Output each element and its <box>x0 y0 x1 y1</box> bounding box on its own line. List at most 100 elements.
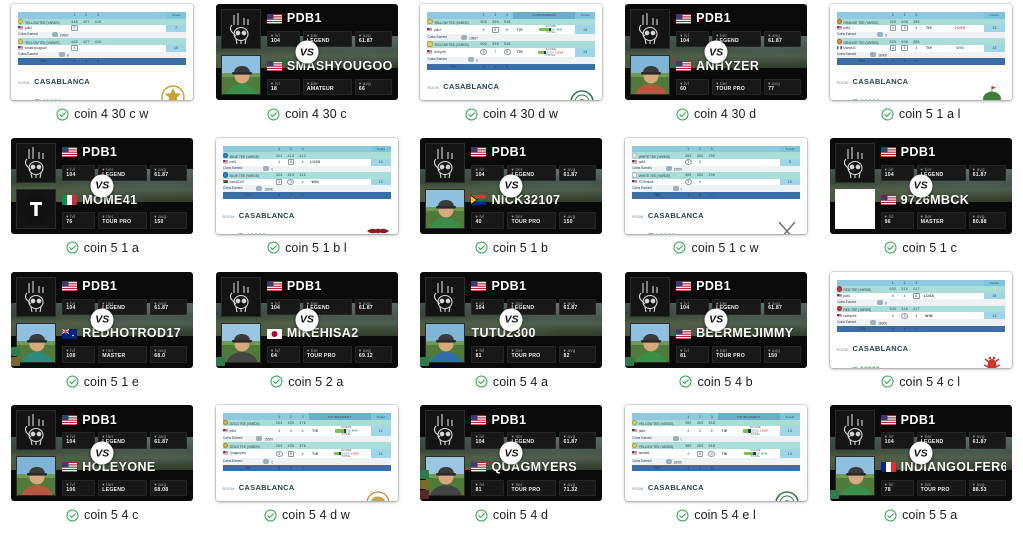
tile-caption: coin 5 1 c w <box>673 241 759 255</box>
stroke-cell: 7 <box>489 47 502 57</box>
par-label: PAR <box>836 325 888 333</box>
player-photo <box>426 189 465 228</box>
flag-icon-us <box>62 462 78 473</box>
thumbnail-scorecard[interactable]: 1 2 3 TOURNAMENT Totals GOLD TEE (YARDS)… <box>215 405 398 502</box>
scorecard-footer: ROOM CASABLANCA PRIZE 18000 <box>837 65 1005 100</box>
player-name: PDB1 <box>82 279 118 293</box>
scorecard-card[interactable]: 1 2 3 Totals WHITE TEE (YARDS) 369 352 296… <box>625 137 808 234</box>
prize-value: 18000 <box>656 233 676 234</box>
thumbnail-match[interactable]: PDB1 ▾ lvl 104 ▾ tier LEGEND ▾ avg 61.87… <box>625 271 808 368</box>
match-card[interactable]: PDB1 ▾ lvl 104 ▾ tier LEGEND ▾ avg 61.87… <box>829 137 1012 234</box>
stat-value: 82 <box>563 353 570 360</box>
match-card[interactable]: PDB1 ▾ lvl 104 ▾ tier LEGEND ▾ avg 61.87… <box>420 271 603 368</box>
tee-row: YELLOW TEE (YARDS) 448427415 1290 <box>18 18 187 26</box>
thumbnail-match[interactable]: PDB1 ▾ lvl 104 ▾ tier LEGEND ▾ avg 61.87… <box>420 405 603 502</box>
yardage-cell: 369 <box>682 172 695 179</box>
thumbnail-match[interactable]: PDB1 ▾ lvl 104 ▾ tier LEGEND ▾ avg 61.87… <box>11 271 194 368</box>
scorecard-card[interactable]: 1 2 3 TOURNAMENT Totals YELLOW TEE (YARD… <box>420 4 603 100</box>
thumbnail-match[interactable]: PDB1 ▾ lvl 104 ▾ tier LEGEND ▾ avg 61.87… <box>829 137 1012 234</box>
thumbnail-match[interactable]: PDB1 ▾ lvl 104 ▾ tier LEGEND ▾ avg 61.87… <box>11 405 194 502</box>
thumbnail-scorecard[interactable]: 1 2 3 Totals BLUE TEE (YARDS) 424 413 412 … <box>215 137 398 234</box>
thumbnail-scorecard[interactable]: 1 2 3 Totals YELLOW TEE (YARDS) 448 427 41… <box>11 4 194 100</box>
match-card[interactable]: PDB1 ▾ lvl 104 ▾ tier LEGEND ▾ avg 61.87… <box>420 405 603 502</box>
hole-number: 1 <box>273 145 286 153</box>
caption-text: coin 5 1 a l <box>898 107 961 121</box>
thumbnail-scorecard[interactable]: 1 2 3 TOURNAMENT Totals YELLOW TEE (YARD… <box>420 4 603 100</box>
tee-name: WHITE TEE (YARDS) <box>632 152 683 159</box>
par-row: PAR 344 11 <box>836 58 1005 65</box>
match-outcome: LOSS <box>954 26 966 31</box>
stroke-cell: 5 <box>705 426 718 436</box>
yardage-cell: 427 <box>80 38 93 45</box>
match-card[interactable]: PDB1 ▾ lvl 104 ▾ tier LEGEND ▾ avg 61.87… <box>625 4 808 100</box>
hole-col-header <box>836 279 888 287</box>
tee-row: ORANGE TEE (YARDS) 325408385 1118 <box>836 18 1005 26</box>
thumbnail-match[interactable]: PDB1 ▾ lvl 104 ▾ tier LEGEND ▾ avg 61.87… <box>420 271 603 368</box>
avatar <box>630 322 671 363</box>
player-name-cell: pdb1 <box>836 25 888 32</box>
room-label: ROOM <box>632 214 644 219</box>
scorecard-footer: ROOM CASABLANCA PRIZE 18000 <box>632 471 800 502</box>
thumbnail-scorecard[interactable]: 1 2 3 Totals RED TEE (YARDS) 530316417 1… <box>829 271 1012 368</box>
thumbnail-grid: 1 2 3 Totals YELLOW TEE (YARDS) 448 427 41… <box>0 0 1023 535</box>
yardage-cell: 417 <box>910 286 923 293</box>
stat-tier: ▾ tier TOUR PRO <box>507 479 557 497</box>
stat-value: LEGEND <box>102 486 126 493</box>
coins-earned-row: Coins Earned 19507 <box>222 435 391 443</box>
player-score-row: smashyougood 5 10 <box>18 44 187 52</box>
thumbnail-match[interactable]: PDB1 ▾ lvl 104 ▾ tier LEGEND ▾ avg 61.87… <box>215 271 398 368</box>
stroke-cell: 4 <box>887 44 899 52</box>
stat-lvl: ▾ lvl 104 <box>62 298 96 315</box>
stat-lvl: ▾ lvl 108 <box>62 346 96 363</box>
match-card[interactable]: PDB1 ▾ lvl 104 ▾ tier LEGEND ▾ avg 61.87… <box>11 405 194 502</box>
stroke-cell: 4 <box>887 25 899 32</box>
tee-row: YELLOW TEE (YARDS) 500395518 1413 <box>427 18 596 26</box>
avatar <box>834 188 875 229</box>
thumbnail-match[interactable]: PDB1 ▾ lvl 104 ▾ tier LEGEND ▾ avg 61.87… <box>625 4 808 100</box>
thumbnail-match[interactable]: PDB1 ▾ lvl 104 ▾ tier LEGEND ▾ avg 61.87… <box>829 405 1012 502</box>
medal-icon <box>420 470 430 480</box>
skull-hand-icon <box>434 280 454 312</box>
skull-hand-icon <box>843 146 863 178</box>
stat-value: TOUR PRO <box>716 353 745 360</box>
stroke-cell: 4 <box>296 158 309 166</box>
grid-cell: PDB1 ▾ lvl 104 ▾ tier LEGEND ▾ avg 61.87… <box>205 0 410 134</box>
match-card[interactable]: PDB1 ▾ lvl 104 ▾ tier LEGEND ▾ avg 61.87… <box>829 405 1012 502</box>
stat-tier: ▾ tier TOUR PRO <box>302 346 352 363</box>
match-card[interactable]: PDB1 ▾ lvl 104 ▾ tier LEGEND ▾ avg 61.87… <box>11 271 194 368</box>
scorecard-card[interactable]: 1 2 3 Totals BLUE TEE (YARDS) 424 413 412 … <box>215 137 398 234</box>
avatar <box>16 276 57 317</box>
match-card[interactable]: PDB1 ▾ lvl 104 ▾ tier LEGEND ▾ avg 61.87… <box>215 4 398 100</box>
stat-value: 61.87 <box>154 305 169 312</box>
stat-avg: ▾ avg 61.87 <box>764 298 802 315</box>
coins-earned-label: Coins Earned 19507 <box>18 31 69 39</box>
outcome-cell <box>117 25 167 32</box>
thumbnail-scorecard[interactable]: 1 2 3 Totals ORANGE TEE (YARDS) 325 408 38… <box>829 4 1012 100</box>
scorecard-footer: ROOM CASABLANCA PRIZE 18000 <box>632 199 800 234</box>
stat-tier: ▾ tier TOUR PRO <box>507 212 557 229</box>
thumbnail-scorecard[interactable]: 1 2 3 TOURNAMENT Totals YELLOW TEE (YARD… <box>625 405 808 502</box>
par-label: PAR <box>18 58 69 65</box>
room-value: CASABLANCA <box>443 82 500 92</box>
scorecard-card[interactable]: 1 2 3 Totals ORANGE TEE (YARDS) 325 408 38… <box>829 4 1012 100</box>
scorecard-card[interactable]: 1 2 3 TOURNAMENT Totals YELLOW TEE (YARD… <box>625 405 808 502</box>
stat-tier: ▾ tier TOUR PRO <box>507 346 557 363</box>
stat-value: 61.87 <box>563 171 578 178</box>
stat-lvl: ▾ lvl 40 <box>471 212 505 229</box>
flag-icon-us <box>632 451 638 455</box>
thumbnail-scorecard[interactable]: 1 2 3 Totals WHITE TEE (YARDS) 369 352 296… <box>625 137 808 234</box>
match-card[interactable]: PDB1 ▾ lvl 104 ▾ tier LEGEND ▾ avg 61.87… <box>625 271 808 368</box>
tee-row: YELLOW TEE (YARDS) 389403518 1310 <box>632 419 801 427</box>
tee-name: YELLOW TEE (YARDS) <box>18 18 69 26</box>
thumbnail-match[interactable]: PDB1 ▾ lvl 104 ▾ tier LEGEND ▾ avg 61.87… <box>420 137 603 234</box>
scorecard-card[interactable]: 1 2 3 Totals YELLOW TEE (YARDS) 448 427 41… <box>11 4 194 100</box>
match-card[interactable]: PDB1 ▾ lvl 104 ▾ tier LEGEND ▾ avg 61.87… <box>11 137 194 234</box>
scorecard-card[interactable]: 1 2 3 Totals RED TEE (YARDS) 530316417 1… <box>829 271 1012 368</box>
thumbnail-match[interactable]: PDB1 ▾ lvl 104 ▾ tier LEGEND ▾ avg 61.87… <box>11 137 194 234</box>
scorecard-card[interactable]: 1 2 3 TOURNAMENT Totals GOLD TEE (YARDS)… <box>215 405 398 502</box>
match-card[interactable]: PDB1 ▾ lvl 104 ▾ tier LEGEND ▾ avg 61.87… <box>420 137 603 234</box>
match-outcome: WIN <box>761 452 767 456</box>
caption-text: coin 4 30 c <box>285 107 347 121</box>
thumbnail-match[interactable]: PDB1 ▾ lvl 104 ▾ tier LEGEND ▾ avg 61.87… <box>215 4 398 100</box>
match-card[interactable]: PDB1 ▾ lvl 104 ▾ tier LEGEND ▾ avg 61.87… <box>215 271 398 368</box>
